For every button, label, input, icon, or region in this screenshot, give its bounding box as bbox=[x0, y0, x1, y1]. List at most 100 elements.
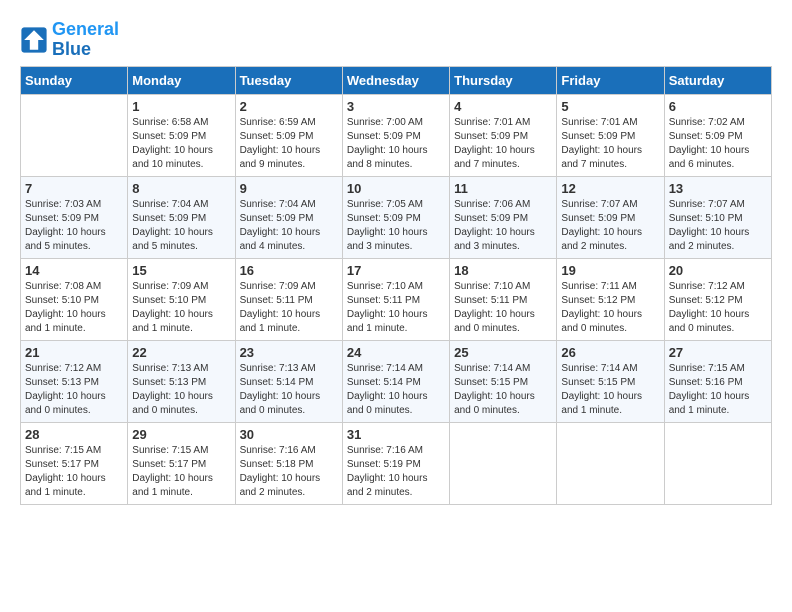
calendar-cell: 3 Sunrise: 7:00 AM Sunset: 5:09 PM Daylig… bbox=[342, 94, 449, 176]
day-info: Sunrise: 7:15 AM Sunset: 5:17 PM Dayligh… bbox=[132, 444, 230, 500]
calendar-cell: 14 Sunrise: 7:08 AM Sunset: 5:10 PM Dayli… bbox=[21, 258, 128, 340]
calendar-cell: 25Sunrise: 7:14 AM Sunset: 5:15 PM Dayli… bbox=[450, 340, 557, 422]
day-info: Sunrise: 7:16 AM Sunset: 5:19 PM Dayligh… bbox=[347, 444, 445, 500]
calendar-cell: 31 Sunrise: 7:16 AM Sunset: 5:19 PM Dayli… bbox=[342, 422, 449, 504]
day-number: 4 bbox=[454, 99, 552, 114]
weekday-header: Thursday bbox=[450, 66, 557, 94]
calendar-cell bbox=[664, 422, 771, 504]
day-number: 31 bbox=[347, 427, 445, 442]
day-info: Sunrise: 7:12 AM Sunset: 5:12 PM Dayligh… bbox=[669, 280, 767, 336]
logo: General Blue bbox=[20, 20, 119, 60]
day-info: Sunrise: 7:08 AM Sunset: 5:10 PM Dayligh… bbox=[25, 280, 123, 336]
day-number: 19 bbox=[561, 263, 659, 278]
day-info: Sunrise: 7:15 AM Sunset: 5:17 PM Dayligh… bbox=[25, 444, 123, 500]
day-info: Sunrise: 7:14 AM Sunset: 5:15 PM Dayligh… bbox=[561, 362, 659, 418]
calendar-cell: 26 Sunrise: 7:14 AM Sunset: 5:15 PM Dayli… bbox=[557, 340, 664, 422]
day-info: Sunrise: 7:14 AM Sunset: 5:14 PM Dayligh… bbox=[347, 362, 445, 418]
calendar-cell bbox=[557, 422, 664, 504]
day-number: 16 bbox=[240, 263, 338, 278]
day-info: Sunrise: 7:05 AM Sunset: 5:09 PM Dayligh… bbox=[347, 198, 445, 254]
logo-text: General Blue bbox=[52, 20, 119, 60]
calendar-cell bbox=[21, 94, 128, 176]
day-info: Sunrise: 7:02 AM Sunset: 5:09 PM Dayligh… bbox=[669, 116, 767, 172]
calendar-cell: 7Sunrise: 7:03 AM Sunset: 5:09 PM Daylig… bbox=[21, 176, 128, 258]
calendar-cell: 1 Sunrise: 6:58 AM Sunset: 5:09 PM Daylig… bbox=[128, 94, 235, 176]
day-number: 21 bbox=[25, 345, 123, 360]
day-info: Sunrise: 7:06 AM Sunset: 5:09 PM Dayligh… bbox=[454, 198, 552, 254]
day-number: 5 bbox=[561, 99, 659, 114]
calendar-cell: 10 Sunrise: 7:05 AM Sunset: 5:09 PM Dayli… bbox=[342, 176, 449, 258]
page-container: General Blue SundayMondayTuesdayWednesda… bbox=[20, 20, 772, 505]
day-info: Sunrise: 6:58 AM Sunset: 5:09 PM Dayligh… bbox=[132, 116, 230, 172]
calendar-cell: 23Sunrise: 7:13 AM Sunset: 5:14 PM Dayli… bbox=[235, 340, 342, 422]
calendar-cell: 9Sunrise: 7:04 AM Sunset: 5:09 PM Daylig… bbox=[235, 176, 342, 258]
calendar-cell: 6 Sunrise: 7:02 AM Sunset: 5:09 PM Daylig… bbox=[664, 94, 771, 176]
day-info: Sunrise: 7:10 AM Sunset: 5:11 PM Dayligh… bbox=[347, 280, 445, 336]
weekday-header: Friday bbox=[557, 66, 664, 94]
day-number: 12 bbox=[561, 181, 659, 196]
day-info: Sunrise: 7:00 AM Sunset: 5:09 PM Dayligh… bbox=[347, 116, 445, 172]
day-number: 10 bbox=[347, 181, 445, 196]
calendar-week-row: 28Sunrise: 7:15 AM Sunset: 5:17 PM Dayli… bbox=[21, 422, 772, 504]
day-info: Sunrise: 7:12 AM Sunset: 5:13 PM Dayligh… bbox=[25, 362, 123, 418]
calendar-cell bbox=[450, 422, 557, 504]
day-number: 29 bbox=[132, 427, 230, 442]
calendar-cell: 28Sunrise: 7:15 AM Sunset: 5:17 PM Dayli… bbox=[21, 422, 128, 504]
day-number: 14 bbox=[25, 263, 123, 278]
calendar-week-row: 14 Sunrise: 7:08 AM Sunset: 5:10 PM Dayli… bbox=[21, 258, 772, 340]
calendar-cell: 5 Sunrise: 7:01 AM Sunset: 5:09 PM Daylig… bbox=[557, 94, 664, 176]
calendar-cell: 30 Sunrise: 7:16 AM Sunset: 5:18 PM Dayli… bbox=[235, 422, 342, 504]
calendar-cell: 18 Sunrise: 7:10 AM Sunset: 5:11 PM Dayli… bbox=[450, 258, 557, 340]
day-info: Sunrise: 7:15 AM Sunset: 5:16 PM Dayligh… bbox=[669, 362, 767, 418]
calendar-cell: 17 Sunrise: 7:10 AM Sunset: 5:11 PM Dayli… bbox=[342, 258, 449, 340]
weekday-header: Saturday bbox=[664, 66, 771, 94]
day-number: 30 bbox=[240, 427, 338, 442]
calendar-cell: 13 Sunrise: 7:07 AM Sunset: 5:10 PM Dayli… bbox=[664, 176, 771, 258]
day-number: 18 bbox=[454, 263, 552, 278]
day-number: 15 bbox=[132, 263, 230, 278]
day-info: Sunrise: 7:09 AM Sunset: 5:11 PM Dayligh… bbox=[240, 280, 338, 336]
day-info: Sunrise: 7:13 AM Sunset: 5:13 PM Dayligh… bbox=[132, 362, 230, 418]
day-number: 8 bbox=[132, 181, 230, 196]
day-number: 3 bbox=[347, 99, 445, 114]
day-number: 24 bbox=[347, 345, 445, 360]
day-number: 25 bbox=[454, 345, 552, 360]
day-number: 20 bbox=[669, 263, 767, 278]
day-info: Sunrise: 7:09 AM Sunset: 5:10 PM Dayligh… bbox=[132, 280, 230, 336]
day-info: Sunrise: 7:01 AM Sunset: 5:09 PM Dayligh… bbox=[561, 116, 659, 172]
day-number: 17 bbox=[347, 263, 445, 278]
day-number: 1 bbox=[132, 99, 230, 114]
day-info: Sunrise: 7:10 AM Sunset: 5:11 PM Dayligh… bbox=[454, 280, 552, 336]
day-number: 7 bbox=[25, 181, 123, 196]
weekday-header: Wednesday bbox=[342, 66, 449, 94]
day-info: Sunrise: 7:04 AM Sunset: 5:09 PM Dayligh… bbox=[132, 198, 230, 254]
calendar-week-row: 1 Sunrise: 6:58 AM Sunset: 5:09 PM Daylig… bbox=[21, 94, 772, 176]
day-number: 26 bbox=[561, 345, 659, 360]
calendar-cell: 8 Sunrise: 7:04 AM Sunset: 5:09 PM Daylig… bbox=[128, 176, 235, 258]
calendar-cell: 27Sunrise: 7:15 AM Sunset: 5:16 PM Dayli… bbox=[664, 340, 771, 422]
header-row: SundayMondayTuesdayWednesdayThursdayFrid… bbox=[21, 66, 772, 94]
calendar-cell: 16 Sunrise: 7:09 AM Sunset: 5:11 PM Dayli… bbox=[235, 258, 342, 340]
header: General Blue bbox=[20, 20, 772, 60]
calendar-cell: 15 Sunrise: 7:09 AM Sunset: 5:10 PM Dayli… bbox=[128, 258, 235, 340]
calendar-cell: 19 Sunrise: 7:11 AM Sunset: 5:12 PM Dayli… bbox=[557, 258, 664, 340]
day-number: 6 bbox=[669, 99, 767, 114]
day-info: Sunrise: 7:16 AM Sunset: 5:18 PM Dayligh… bbox=[240, 444, 338, 500]
day-info: Sunrise: 7:13 AM Sunset: 5:14 PM Dayligh… bbox=[240, 362, 338, 418]
day-info: Sunrise: 7:07 AM Sunset: 5:10 PM Dayligh… bbox=[669, 198, 767, 254]
day-info: Sunrise: 7:11 AM Sunset: 5:12 PM Dayligh… bbox=[561, 280, 659, 336]
day-info: Sunrise: 7:07 AM Sunset: 5:09 PM Dayligh… bbox=[561, 198, 659, 254]
calendar-cell: 12 Sunrise: 7:07 AM Sunset: 5:09 PM Dayli… bbox=[557, 176, 664, 258]
calendar-table: SundayMondayTuesdayWednesdayThursdayFrid… bbox=[20, 66, 772, 505]
day-number: 2 bbox=[240, 99, 338, 114]
calendar-cell: 4Sunrise: 7:01 AM Sunset: 5:09 PM Daylig… bbox=[450, 94, 557, 176]
day-number: 11 bbox=[454, 181, 552, 196]
calendar-week-row: 21 Sunrise: 7:12 AM Sunset: 5:13 PM Dayli… bbox=[21, 340, 772, 422]
day-number: 13 bbox=[669, 181, 767, 196]
weekday-header: Tuesday bbox=[235, 66, 342, 94]
day-info: Sunrise: 7:04 AM Sunset: 5:09 PM Dayligh… bbox=[240, 198, 338, 254]
day-info: Sunrise: 6:59 AM Sunset: 5:09 PM Dayligh… bbox=[240, 116, 338, 172]
calendar-cell: 24 Sunrise: 7:14 AM Sunset: 5:14 PM Dayli… bbox=[342, 340, 449, 422]
calendar-week-row: 7Sunrise: 7:03 AM Sunset: 5:09 PM Daylig… bbox=[21, 176, 772, 258]
calendar-cell: 2 Sunrise: 6:59 AM Sunset: 5:09 PM Daylig… bbox=[235, 94, 342, 176]
